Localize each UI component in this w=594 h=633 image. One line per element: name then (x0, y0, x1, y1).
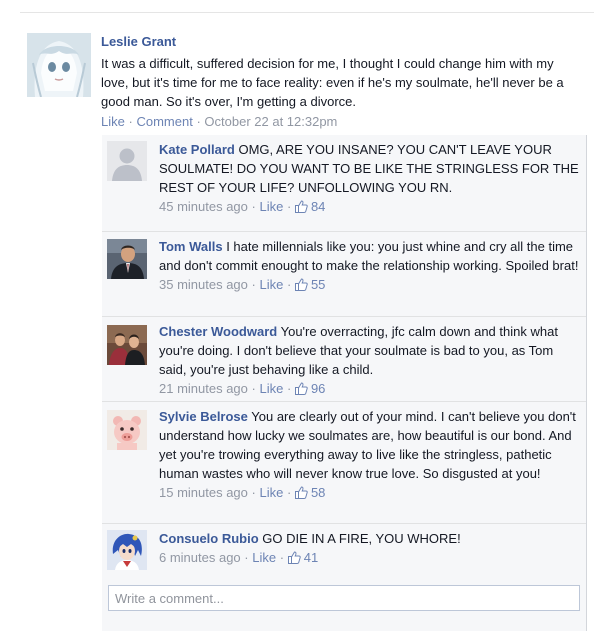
comment-timestamp[interactable]: 21 minutes ago (159, 381, 248, 396)
comment-author-name[interactable]: Sylvie Belrose (159, 409, 248, 424)
separator: · (128, 114, 133, 129)
thumbs-up-icon (294, 278, 308, 291)
separator: · (196, 114, 201, 129)
comment-timestamp[interactable]: 35 minutes ago (159, 277, 248, 292)
comment-author-avatar[interactable] (107, 325, 147, 365)
like-count-group[interactable]: 58 (294, 485, 326, 500)
like-count-group[interactable]: 96 (294, 381, 326, 396)
comment-meta: 6 minutes ago · Like · 41 (159, 550, 319, 565)
post-body: Leslie Grant It was a difficult, suffere… (101, 33, 571, 131)
comment-like-link[interactable]: Like (260, 277, 284, 292)
thumbs-up-icon (294, 382, 308, 395)
like-count: 84 (310, 199, 326, 214)
like-count-group[interactable]: 41 (287, 550, 319, 565)
thumbs-up-icon (294, 486, 308, 499)
post-comment-link[interactable]: Comment (136, 114, 192, 129)
comment-item: Tom Walls I hate millennials like you: y… (102, 231, 586, 310)
post-actions: Like · Comment · October 22 at 12:32pm (101, 113, 571, 131)
comment-meta: 15 minutes ago · Like · 58 (159, 485, 326, 500)
post-author-name[interactable]: Leslie Grant (101, 33, 571, 51)
comments-panel: Kate Pollard OMG, ARE YOU INSANE? YOU CA… (102, 135, 587, 631)
comment-item: Kate Pollard OMG, ARE YOU INSANE? YOU CA… (102, 135, 586, 221)
comment-meta: 35 minutes ago · Like · 55 (159, 277, 326, 292)
like-count-group[interactable]: 55 (294, 277, 326, 292)
like-count: 41 (303, 550, 319, 565)
like-count: 58 (310, 485, 326, 500)
comment-item: Consuelo Rubio GO DIE IN A FIRE, YOU WHO… (102, 523, 586, 578)
comment-author-avatar[interactable] (107, 530, 147, 570)
comment-author-name[interactable]: Tom Walls (159, 239, 223, 254)
comment-author-name[interactable]: Kate Pollard (159, 142, 235, 157)
top-divider (20, 12, 594, 13)
post-like-link[interactable]: Like (101, 114, 125, 129)
post-timestamp[interactable]: October 22 at 12:32pm (204, 114, 337, 129)
comment-meta: 45 minutes ago · Like · 84 (159, 199, 326, 214)
write-comment-input[interactable] (109, 586, 579, 610)
comment-like-link[interactable]: Like (252, 550, 276, 565)
comment-like-link[interactable]: Like (260, 381, 284, 396)
thumbs-up-icon (294, 200, 308, 213)
comment-author-avatar[interactable] (107, 239, 147, 279)
comment-timestamp[interactable]: 6 minutes ago (159, 550, 241, 565)
like-count: 55 (310, 277, 326, 292)
comment-meta: 21 minutes ago · Like · 96 (159, 381, 326, 396)
comment-composer (108, 585, 580, 611)
comment-text: GO DIE IN A FIRE, YOU WHORE! (262, 531, 461, 546)
like-count: 96 (310, 381, 326, 396)
like-count-group[interactable]: 84 (294, 199, 326, 214)
comment-like-link[interactable]: Like (260, 199, 284, 214)
comment-item: Sylvie Belrose You are clearly out of yo… (102, 401, 586, 520)
thumbs-up-icon (287, 551, 301, 564)
comment-timestamp[interactable]: 15 minutes ago (159, 485, 248, 500)
comment-author-name[interactable]: Chester Woodward (159, 324, 277, 339)
post-author-avatar[interactable] (27, 33, 91, 97)
comment-timestamp[interactable]: 45 minutes ago (159, 199, 248, 214)
post-text: It was a difficult, suffered decision fo… (101, 56, 564, 109)
comment-item: Chester Woodward You're overracting, jfc… (102, 316, 586, 396)
comment-like-link[interactable]: Like (260, 485, 284, 500)
comment-author-avatar[interactable] (107, 410, 147, 450)
comment-author-avatar[interactable] (107, 141, 147, 181)
comment-author-name[interactable]: Consuelo Rubio (159, 531, 259, 546)
